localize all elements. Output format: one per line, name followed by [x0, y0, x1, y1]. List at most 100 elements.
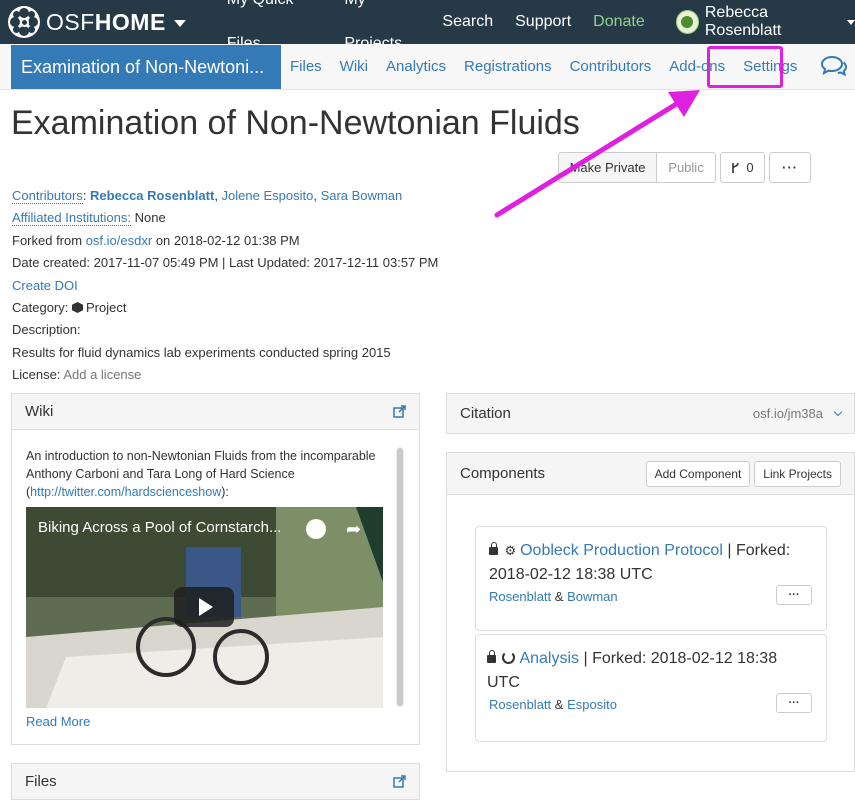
components-panel-header: Components Add Component Link Projects	[447, 453, 854, 495]
license-line: License: Add a license	[12, 364, 438, 386]
forked-from-line: Forked from osf.io/esdxr on 2018-02-12 0…	[12, 230, 438, 252]
contributor-link[interactable]: Jolene Esposito	[222, 188, 314, 203]
component-options-button[interactable]: ···	[776, 693, 812, 713]
project-navbar: Examination of Non-Newtoni... Files Wiki…	[0, 44, 855, 90]
affiliated-label[interactable]: Affiliated Institutions:	[12, 210, 131, 227]
component-authors: Rosenblatt & Bowman	[489, 589, 618, 604]
fork-button[interactable]: 0	[720, 152, 765, 183]
components-panel: Components Add Component Link Projects ⚙…	[446, 452, 855, 772]
component-title: Analysis | Forked: 2018-02-12 18:38 UTC	[487, 650, 778, 691]
component-link[interactable]: Analysis	[519, 650, 579, 667]
category-value: Project	[86, 299, 127, 315]
wiki-panel-header: Wiki	[12, 394, 419, 430]
watch-later-icon[interactable]	[306, 519, 326, 539]
project-actions: Make Private Public 0 ···	[558, 152, 811, 183]
chevron-down-icon	[833, 407, 843, 416]
component-title: ⚙ Oobleck Production Protocol | Forked: 2…	[489, 539, 809, 587]
link-projects-button[interactable]: Link Projects	[754, 460, 841, 487]
tab-files[interactable]: Files	[281, 45, 331, 89]
page-title: Examination of Non-Newtonian Fluids	[11, 104, 580, 142]
lock-icon	[489, 542, 498, 555]
share-icon[interactable]: ➦	[346, 519, 361, 540]
more-options-button[interactable]: ···	[769, 152, 811, 183]
make-private-button[interactable]: Make Private	[558, 152, 657, 183]
tab-settings[interactable]: Settings	[734, 45, 806, 89]
component-buttons: Add Component Link Projects	[645, 460, 841, 487]
avatar	[675, 10, 699, 34]
fork-count: 0	[746, 160, 754, 175]
author-link[interactable]: Rosenblatt	[489, 589, 551, 604]
play-icon	[199, 598, 213, 616]
citation-panel-title: Citation	[460, 405, 511, 422]
project-metadata: Contributors: Rebecca Rosenblatt, Jolene…	[12, 185, 438, 387]
brand-text: OSFHOME	[46, 8, 166, 35]
component-authors: Rosenblatt & Esposito	[489, 697, 617, 712]
citation-panel: Citation osf.io/jm38a	[446, 393, 855, 434]
tab-analytics[interactable]: Analytics	[377, 45, 455, 89]
top-navbar: OSFHOME My Quick Files My Projects Searc…	[0, 0, 855, 52]
tab-add-ons[interactable]: Add-ons	[660, 45, 734, 89]
public-button[interactable]: Public	[657, 152, 716, 183]
author-link[interactable]: Bowman	[567, 589, 618, 604]
category-label: Category:	[12, 299, 69, 315]
osf-home-brand[interactable]: OSFHOME	[0, 0, 186, 44]
create-doi-line: Create DOI	[12, 275, 438, 297]
contributor-link[interactable]: Rebecca Rosenblatt	[90, 188, 214, 203]
author-link[interactable]: Rosenblatt	[489, 697, 551, 712]
component-link[interactable]: Oobleck Production Protocol	[520, 542, 723, 559]
contributors-label[interactable]: Contributors	[12, 188, 83, 204]
components-panel-title: Components	[460, 465, 546, 482]
project-nav-links: Files Wiki Analytics Registrations Contr…	[281, 45, 806, 89]
fork-icon	[732, 162, 740, 173]
gears-icon: ⚙	[504, 543, 517, 558]
tab-registrations[interactable]: Registrations	[455, 45, 561, 89]
comments-icon[interactable]	[821, 54, 847, 78]
dates-line: Date created: 2017-11-07 05:49 PM | Last…	[12, 255, 439, 271]
contributors-line: Contributors: Rebecca Rosenblatt, Jolene…	[12, 188, 403, 204]
files-panel-title: Files	[25, 773, 57, 790]
add-component-button[interactable]: Add Component	[645, 460, 751, 487]
wiki-scrollbar[interactable]	[396, 447, 404, 707]
wiki-link[interactable]: http://twitter.com/hardscienceshow	[30, 485, 221, 499]
tab-contributors[interactable]: Contributors	[561, 45, 661, 89]
forked-from-link[interactable]: osf.io/esdxr	[86, 233, 152, 248]
osf-logo-icon	[8, 6, 40, 38]
caret-down-icon	[847, 19, 855, 25]
wiki-panel: Wiki An introduction to non-Newtonian Fl…	[11, 393, 420, 745]
lock-icon	[487, 650, 496, 663]
video-title: Biking Across a Pool of Cornstarch...	[38, 519, 282, 536]
tab-wiki[interactable]: Wiki	[331, 45, 377, 89]
affiliated-line: Affiliated Institutions: None	[12, 207, 438, 229]
play-button[interactable]	[174, 587, 234, 627]
description-label: Description:	[12, 322, 81, 338]
description-value: Results for fluid dynamics lab experimen…	[12, 344, 391, 360]
user-name: Rebecca Rosenblatt	[704, 4, 782, 39]
cube-icon	[72, 301, 83, 313]
nav-donate[interactable]: Donate	[582, 0, 656, 44]
project-title-tab[interactable]: Examination of Non-Newtoni...	[11, 44, 281, 89]
wiki-panel-title: Wiki	[25, 403, 54, 420]
citation-link[interactable]: osf.io/jm38a	[753, 406, 843, 421]
read-more-link[interactable]: Read More	[26, 714, 90, 729]
files-panel: Files	[11, 763, 420, 800]
embedded-video[interactable]: Biking Across a Pool of Cornstarch... ➦	[26, 507, 383, 708]
user-menu[interactable]: Rebecca Rosenblatt	[675, 4, 855, 40]
forked-from-prefix: Forked from	[12, 232, 83, 248]
citation-panel-header[interactable]: Citation osf.io/jm38a	[447, 394, 854, 433]
files-panel-header: Files	[12, 764, 419, 800]
external-link-icon[interactable]	[393, 775, 406, 788]
license-label: License:	[12, 367, 61, 383]
nav-support[interactable]: Support	[504, 0, 582, 44]
top-nav-links: My Quick Files My Projects Search Suppor…	[216, 0, 656, 52]
affiliated-value: None	[134, 210, 166, 226]
create-doi-link[interactable]: Create DOI	[12, 278, 78, 293]
contributor-link[interactable]: Sara Bowman	[321, 188, 403, 203]
add-license-link[interactable]: Add a license	[63, 367, 141, 382]
caret-down-icon	[173, 19, 186, 27]
author-link[interactable]: Esposito	[567, 697, 617, 712]
category-line: Category: Project	[12, 297, 438, 319]
nav-search[interactable]: Search	[431, 0, 504, 44]
component-options-button[interactable]: ···	[776, 585, 812, 605]
component-item: ⚙ Oobleck Production Protocol | Forked: 2…	[475, 526, 827, 631]
external-link-icon[interactable]	[393, 405, 406, 418]
